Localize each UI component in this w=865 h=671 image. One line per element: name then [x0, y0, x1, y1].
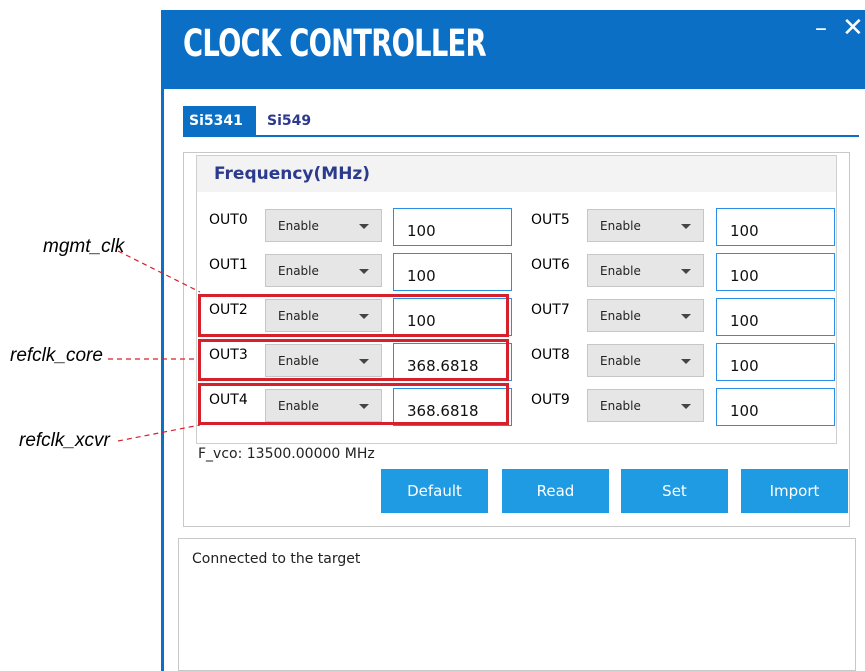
callout-lines [108, 250, 201, 442]
callout-line-mgmt-clk [117, 250, 201, 293]
callout-line-refclk-xcvr [117, 424, 201, 442]
